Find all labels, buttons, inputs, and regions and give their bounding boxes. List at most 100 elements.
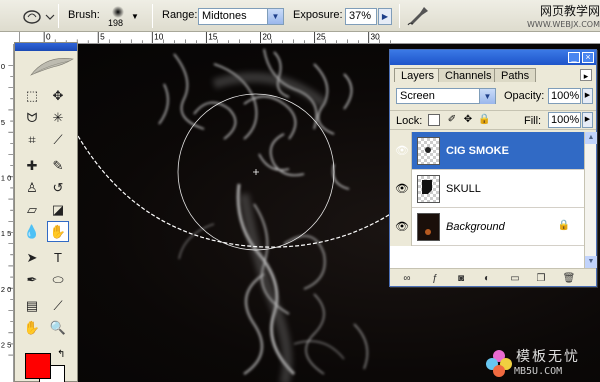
range-value: Midtones (202, 10, 247, 22)
lock-position-icon[interactable]: ✥ (462, 114, 474, 126)
layer-thumbnail (417, 213, 440, 241)
ruler-top-tick: 30 (371, 32, 381, 41)
lock-transparency-icon[interactable] (428, 114, 440, 126)
path-selection-tool-icon[interactable]: ➤ (21, 247, 43, 268)
opacity-label: Opacity: (504, 90, 545, 102)
lasso-tool-icon[interactable]: ᗢ (21, 107, 43, 128)
ruler-left-tick: 1 0 (1, 174, 11, 183)
slice-tool-icon[interactable]: ⟋ (47, 129, 69, 150)
ruler-top-tick: 15 (208, 32, 218, 41)
eye-icon[interactable]: 👁 (394, 220, 410, 234)
tab-channels[interactable]: Channels (438, 68, 499, 82)
swap-colors-icon[interactable]: ↰ (57, 349, 65, 360)
panel-menu-icon[interactable]: ▸ (580, 69, 592, 81)
crop-tool-icon[interactable]: ⌗ (21, 129, 43, 150)
tool-preset-picker-icon[interactable] (20, 5, 56, 27)
eye-icon[interactable]: 👁 (394, 182, 410, 196)
burn-tool-icon[interactable]: ✋ (47, 221, 69, 242)
blur-tool-icon[interactable]: 💧 (21, 221, 43, 242)
blend-mode-select[interactable]: Screen ▼ (396, 88, 496, 104)
layer-row-skull[interactable]: 👁 SKULL (390, 170, 584, 208)
watermark-cn: 模板无忧 (516, 349, 580, 365)
layer-name[interactable]: Background (446, 221, 505, 233)
opacity-slider-button[interactable]: ▶ (582, 88, 593, 104)
layer-mask-icon[interactable]: ◙ (454, 272, 468, 285)
chevron-down-icon[interactable]: ▼ (479, 89, 495, 104)
lock-row: Lock: ✐ ✥ 🔒 Fill: 100% ▶ (390, 110, 596, 130)
clone-stamp-tool-icon[interactable]: ♙ (21, 177, 43, 198)
layer-style-icon[interactable]: ƒ (428, 272, 442, 285)
lock-image-icon[interactable]: ✐ (446, 114, 458, 126)
blend-mode-value: Screen (400, 90, 435, 102)
opacity-value: 100% (551, 90, 580, 102)
panel-titlebar[interactable]: _ × (390, 50, 596, 65)
ruler-left-tick: 1 5 (1, 229, 11, 238)
new-group-icon[interactable]: ▭ (508, 272, 522, 285)
scroll-up-icon[interactable]: ▲ (585, 132, 597, 144)
ruler-left-tick: 2 0 (1, 285, 11, 294)
airbrush-icon[interactable] (406, 3, 432, 27)
ruler-left-tick: 0 (1, 62, 5, 71)
layer-row-cig-smoke[interactable]: 👁 CIG SMOKE (390, 132, 584, 170)
marquee-tool-icon[interactable]: ⬚ (21, 85, 43, 106)
foreground-color-swatch[interactable] (25, 353, 51, 379)
layer-name[interactable]: SKULL (446, 183, 481, 195)
fill-slider-button[interactable]: ▶ (582, 112, 593, 128)
scroll-down-icon[interactable]: ▼ (585, 256, 597, 268)
hand-tool-icon[interactable]: ✋ (21, 317, 43, 338)
visibility-column: 👁 (390, 208, 412, 246)
ruler-top-tick: 0 (46, 32, 51, 41)
eye-icon[interactable]: 👁 (394, 144, 410, 158)
fill-input[interactable]: 100% (548, 112, 581, 128)
separator (152, 4, 153, 28)
chevron-down-icon[interactable]: ▼ (267, 9, 283, 24)
ruler-left-tick: 2 5 (1, 341, 11, 350)
tab-layers[interactable]: Layers (394, 68, 442, 82)
lock-label: Lock: (396, 115, 423, 127)
ruler-top-tick: 10 (154, 32, 164, 41)
visibility-column: 👁 (390, 132, 412, 170)
new-layer-icon[interactable]: ❐ (534, 272, 548, 285)
tab-paths[interactable]: Paths (494, 68, 537, 82)
eraser-tool-icon[interactable]: ▱ (21, 199, 43, 220)
delete-layer-icon[interactable]: 🗑 (562, 272, 576, 285)
range-select[interactable]: Midtones ▼ (198, 8, 284, 25)
zoom-tool-icon[interactable]: 🔍 (47, 317, 69, 338)
adjustment-layer-icon[interactable]: ◐ (480, 272, 494, 285)
ruler-top-tick: 5 (100, 32, 105, 41)
notes-tool-icon[interactable]: ▤ (21, 295, 43, 316)
ruler-top: 0 5 10 15 20 25 30 (20, 32, 600, 44)
pen-tool-icon[interactable]: ✒ (21, 269, 43, 290)
feather-logo-icon[interactable] (29, 55, 75, 77)
toolbox-titlebar[interactable] (15, 43, 77, 51)
watermark-top: 网页教学网 WWW.WEBJX.COM (520, 2, 600, 29)
minimize-icon[interactable]: _ (568, 52, 580, 63)
range-label: Range: (162, 9, 198, 21)
shape-tool-icon[interactable]: ⬭ (47, 269, 69, 290)
move-tool-icon[interactable]: ✥ (47, 85, 69, 106)
opacity-input[interactable]: 100% (548, 88, 581, 104)
layer-row-background[interactable]: 👁 Background 🔒 (390, 208, 584, 246)
layer-name[interactable]: CIG SMOKE (446, 145, 509, 157)
crosshair-icon (253, 169, 259, 175)
brush-dropdown-icon[interactable]: ▼ (131, 12, 139, 21)
exposure-input[interactable]: 37% (345, 8, 377, 25)
exposure-slider-button[interactable]: ▶ (378, 8, 392, 25)
paint-bucket-tool-icon[interactable]: ◪ (47, 199, 69, 220)
layer-list-scrollbar[interactable]: ▲ ▼ (584, 132, 597, 268)
brush-tool-icon[interactable]: ✎ (47, 155, 69, 176)
magic-wand-tool-icon[interactable]: ✳ (47, 107, 69, 128)
close-icon[interactable]: × (582, 52, 594, 63)
watermark-url: WWW.WEBJX.COM (527, 20, 600, 29)
link-layers-icon[interactable]: ∞ (400, 272, 414, 285)
healing-brush-tool-icon[interactable]: ✚ (21, 155, 43, 176)
panel-footer: ∞ ƒ ◙ ◐ ▭ ❐ 🗑 (390, 268, 596, 286)
brush-label: Brush: (68, 9, 100, 21)
layer-thumbnail (417, 137, 440, 165)
fill-label: Fill: (524, 115, 542, 127)
type-tool-icon[interactable]: T (47, 247, 69, 268)
lock-all-icon[interactable]: 🔒 (478, 114, 490, 126)
history-brush-tool-icon[interactable]: ↺ (47, 177, 69, 198)
eyedropper-tool-icon[interactable]: ⟋ (47, 295, 69, 316)
toolbox: ⬚ ✥ ᗢ ✳ ⌗ ⟋ ✚ ✎ ♙ ↺ ▱ ◪ 💧 ✋ ➤ T ✒ ⬭ ▤ ⟋ … (14, 42, 78, 382)
